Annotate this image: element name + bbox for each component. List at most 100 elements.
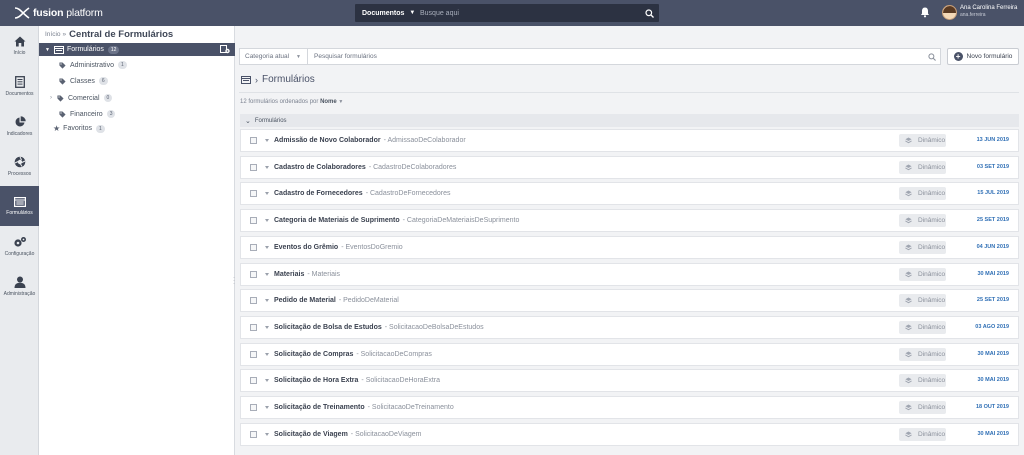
form-title[interactable]: Cadastro de Colaboradores xyxy=(274,164,366,171)
form-date: 03 SET 2019 xyxy=(976,163,1009,170)
brand-logo[interactable]: fusion platform xyxy=(14,6,103,20)
count-badge: 12 xyxy=(107,45,120,54)
row-checkbox[interactable] xyxy=(250,137,257,144)
row-checkbox[interactable] xyxy=(250,217,257,225)
row-caret-icon[interactable] xyxy=(265,192,269,196)
type-label: Dinâmico xyxy=(918,163,946,171)
search-icon[interactable] xyxy=(924,52,940,61)
row-caret-icon[interactable] xyxy=(265,245,269,249)
row-checkbox[interactable] xyxy=(250,163,257,171)
nav-item-administracao[interactable]: Administração xyxy=(0,266,39,306)
tree-node-classes[interactable]: Classes 6 xyxy=(59,77,108,85)
row-checkbox[interactable] xyxy=(250,270,257,278)
form-title[interactable]: Categoria de Materiais de Suprimento xyxy=(274,217,400,224)
group-header[interactable]: ⌄ Formulários xyxy=(240,114,1019,127)
tree-node-financeiro[interactable]: Financeiro 3 xyxy=(59,110,116,118)
tree-node-label: Administrativo xyxy=(70,61,114,69)
row-caret-icon[interactable] xyxy=(265,406,269,409)
row-checkbox[interactable] xyxy=(250,190,257,198)
form-row[interactable]: Admissão de Novo Colaborador - AdmissaoDe… xyxy=(240,129,1019,152)
tree-node-administrativo[interactable]: Administrativo 1 xyxy=(59,61,127,69)
form-row[interactable]: Solicitação de Compras - SolicitacaoDeCom… xyxy=(240,342,1019,366)
type-badge: Dinâmico xyxy=(899,427,946,441)
avatar[interactable] xyxy=(942,5,957,20)
user-name: Ana Carolina Ferreira xyxy=(960,5,1018,11)
nav-label: Formulários xyxy=(6,209,33,216)
tree-node-favoritos[interactable]: ★ Favoritos 1 xyxy=(53,124,105,133)
nav-item-formularios[interactable]: Formulários xyxy=(0,186,39,226)
row-checkbox[interactable] xyxy=(250,323,257,331)
form-row[interactable]: Cadastro de Fornecedores - CadastroDeForn… xyxy=(240,182,1019,206)
tree-node-formularios[interactable]: ▼ Formulários 12 xyxy=(39,43,235,56)
home-icon xyxy=(14,36,25,47)
type-label: Dinâmico xyxy=(918,270,946,278)
form-row[interactable]: Solicitação de Bolsa de Estudos - Solicit… xyxy=(240,315,1019,339)
type-badge: Dinâmico xyxy=(899,187,946,201)
row-caret-icon[interactable] xyxy=(265,139,269,142)
row-checkbox[interactable] xyxy=(250,297,257,305)
document-icon xyxy=(14,75,25,88)
type-badge: Dinâmico xyxy=(899,401,946,414)
row-checkbox[interactable] xyxy=(250,350,257,358)
row-caret-icon[interactable] xyxy=(265,272,269,276)
form-row[interactable]: Categoria de Materiais de Suprimento - Ca… xyxy=(240,209,1019,233)
sort-field-dropdown[interactable]: Nome xyxy=(320,99,337,105)
form-title[interactable]: Materiais xyxy=(274,271,304,278)
row-caret-icon[interactable] xyxy=(265,299,269,303)
tree-settings-icon[interactable] xyxy=(220,45,230,54)
chevron-right-icon[interactable]: › xyxy=(50,95,52,101)
search-input[interactable]: Busque aqui xyxy=(417,10,639,17)
nav-item-indicadores[interactable]: Indicadores xyxy=(0,106,39,146)
nav-item-documentos[interactable]: Documentos xyxy=(0,66,39,106)
row-caret-icon[interactable] xyxy=(265,432,269,436)
user-info[interactable]: Ana Carolina Ferreira ana.ferreira xyxy=(960,5,1017,19)
type-label: Dinâmico xyxy=(918,323,946,331)
nav-item-configuracao[interactable]: Configuração xyxy=(0,226,39,266)
filter-bar: Categoria atual ▼ Pesquisar formulários xyxy=(239,48,941,65)
row-caret-icon[interactable] xyxy=(265,165,269,169)
row-checkbox[interactable] xyxy=(250,243,257,251)
form-title[interactable]: Eventos do Grêmio xyxy=(274,244,338,251)
form-title[interactable]: Solicitação de Hora Extra xyxy=(274,377,358,384)
form-title[interactable]: Solicitação de Treinamento xyxy=(274,404,365,411)
row-checkbox[interactable] xyxy=(250,404,257,411)
form-row[interactable]: Materiais - Materiais Dinâmico 30 MAI 2019 xyxy=(240,262,1019,286)
count-badge: 1 xyxy=(95,124,105,133)
nav-item-processos[interactable]: Processos xyxy=(0,146,39,186)
row-checkbox[interactable] xyxy=(250,430,257,438)
chevron-down-icon: ⌄ xyxy=(245,117,251,125)
form-title[interactable]: Pedido de Material xyxy=(274,297,336,304)
category-select[interactable]: Categoria atual ▼ xyxy=(240,49,308,64)
sort-info-text: 12 formulários ordenados por xyxy=(240,99,319,105)
form-title[interactable]: Solicitação de Bolsa de Estudos xyxy=(274,324,382,331)
row-checkbox[interactable] xyxy=(250,377,257,385)
new-form-button[interactable]: + Novo formulário xyxy=(947,48,1019,65)
form-title[interactable]: Solicitação de Viagem xyxy=(274,431,348,438)
count-badge: 1 xyxy=(117,61,127,69)
tree-node-comercial[interactable]: › Comercial 0 xyxy=(50,94,113,102)
form-date: 04 JUN 2019 xyxy=(976,243,1009,250)
chevron-down-icon[interactable]: ▼ xyxy=(338,99,343,105)
tree-node-label: Favoritos xyxy=(63,125,92,132)
nav-label: Processos xyxy=(7,170,32,177)
form-row[interactable]: Eventos do Grêmio - EventosDoGremio Dinâmi… xyxy=(240,235,1019,259)
notification-bell-icon[interactable] xyxy=(919,6,931,18)
breadcrumb-root-link[interactable]: Início xyxy=(45,31,61,38)
row-caret-icon[interactable] xyxy=(265,219,269,223)
type-badge: Dinâmico xyxy=(899,374,946,388)
search-icon[interactable] xyxy=(639,8,659,18)
form-title[interactable]: Admissão de Novo Colaborador xyxy=(274,137,381,144)
form-row[interactable]: Solicitação de Viagem - SolicitacaoDeViag… xyxy=(240,422,1019,446)
search-scope-dropdown[interactable]: Documentos ▼ xyxy=(355,10,417,17)
form-title[interactable]: Cadastro de Fornecedores xyxy=(274,190,363,197)
row-caret-icon[interactable] xyxy=(265,352,269,356)
nav-item-inicio[interactable]: Início xyxy=(0,26,39,66)
form-title[interactable]: Solicitação de Compras xyxy=(274,351,353,358)
form-row[interactable]: Solicitação de Hora Extra - SolicitacaoDe… xyxy=(240,369,1019,393)
row-caret-icon[interactable] xyxy=(265,379,269,383)
form-row[interactable]: Pedido de Material - PedidoDeMaterial Dinâ… xyxy=(240,289,1019,313)
row-caret-icon[interactable] xyxy=(265,325,269,329)
form-row[interactable]: Cadastro de Colaboradores - CadastroDeCol… xyxy=(240,155,1019,179)
form-search-input[interactable]: Pesquisar formulários xyxy=(308,53,924,60)
form-row[interactable]: Solicitação de Treinamento - SolicitacaoD… xyxy=(240,396,1019,419)
